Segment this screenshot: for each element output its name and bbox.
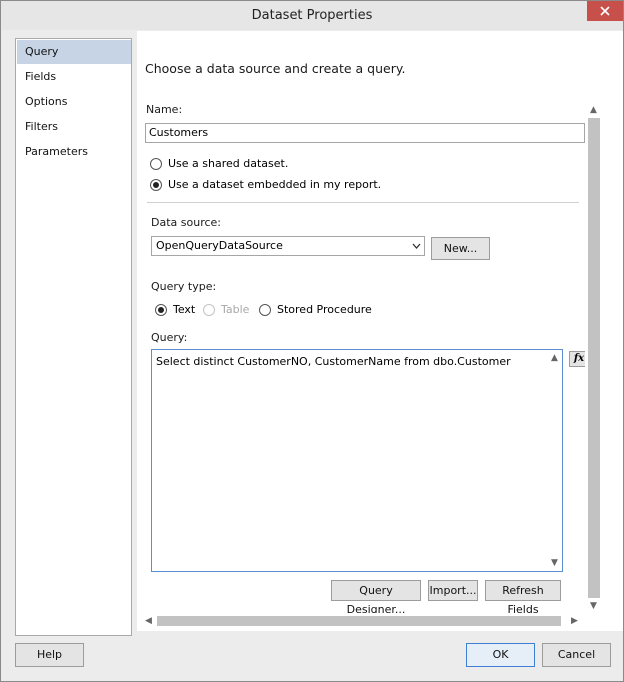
- sidebar-item-options[interactable]: Options: [17, 90, 131, 114]
- sidebar-item-filters[interactable]: Filters: [17, 115, 131, 139]
- dataset-properties-dialog: Dataset Properties Query Fields Options …: [0, 0, 624, 682]
- scroll-up-icon[interactable]: ▲: [590, 105, 597, 115]
- radio-query-type-table: Table: [203, 303, 249, 316]
- cancel-button[interactable]: Cancel: [542, 643, 611, 667]
- scroll-down-icon[interactable]: ▼: [551, 558, 558, 568]
- data-source-dropdown[interactable]: OpenQueryDataSource: [151, 236, 425, 256]
- radio-embedded-dataset[interactable]: Use a dataset embedded in my report.: [150, 178, 381, 191]
- close-icon: [600, 6, 610, 16]
- query-designer-button[interactable]: Query Designer...: [331, 580, 421, 616]
- scroll-thumb[interactable]: [588, 118, 600, 598]
- query-textarea[interactable]: Select distinct CustomerNO, CustomerName…: [151, 349, 563, 572]
- radio-circle[interactable]: [150, 157, 162, 170]
- title-bar[interactable]: Dataset Properties: [1, 1, 623, 30]
- data-source-label: Data source:: [151, 216, 221, 229]
- query-page: Choose a data source and create a query.…: [137, 31, 623, 631]
- query-type-label: Query type:: [151, 280, 217, 293]
- section-divider: [147, 202, 579, 203]
- radio-label: Use a shared dataset.: [168, 157, 289, 170]
- radio-circle[interactable]: [259, 303, 271, 316]
- horizontal-scrollbar[interactable]: ◀ ▶: [143, 613, 585, 629]
- window-title: Dataset Properties: [251, 8, 373, 23]
- sidebar-nav: Query Fields Options Filters Parameters: [15, 38, 132, 636]
- radio-label: Use a dataset embedded in my report.: [168, 178, 382, 191]
- scroll-up-icon[interactable]: ▲: [551, 353, 558, 363]
- sidebar-item-query[interactable]: Query: [17, 40, 131, 64]
- sidebar-item-fields[interactable]: Fields: [17, 65, 131, 89]
- chevron-down-icon: [412, 243, 421, 249]
- radio-query-type-stored-procedure[interactable]: Stored Procedure: [259, 303, 372, 316]
- radio-label: Text: [173, 303, 196, 316]
- query-scrollbar[interactable]: ▲ ▼: [548, 350, 562, 571]
- query-label: Query:: [151, 331, 188, 344]
- help-button[interactable]: Help: [15, 643, 84, 667]
- data-source-value: OpenQueryDataSource: [156, 239, 283, 252]
- radio-query-type-text[interactable]: Text: [155, 303, 195, 316]
- vertical-scrollbar[interactable]: ▲ ▼: [585, 101, 603, 615]
- radio-label: Table: [221, 303, 250, 316]
- import-button[interactable]: Import...: [428, 580, 478, 601]
- close-button[interactable]: [587, 1, 623, 21]
- radio-circle: [203, 303, 215, 316]
- refresh-fields-button[interactable]: Refresh Fields: [485, 580, 561, 616]
- query-text: Select distinct CustomerNO, CustomerName…: [156, 355, 511, 368]
- new-data-source-button[interactable]: New...: [431, 237, 490, 260]
- sidebar-item-parameters[interactable]: Parameters: [17, 140, 131, 164]
- scroll-right-icon[interactable]: ▶: [571, 616, 578, 626]
- ok-button[interactable]: OK: [466, 643, 535, 667]
- scroll-thumb[interactable]: [157, 616, 561, 626]
- page-heading: Choose a data source and create a query.: [145, 61, 406, 76]
- radio-shared-dataset[interactable]: Use a shared dataset.: [150, 157, 288, 170]
- radio-circle[interactable]: [155, 303, 167, 316]
- radio-circle[interactable]: [150, 178, 162, 191]
- radio-label: Stored Procedure: [277, 303, 372, 316]
- scroll-left-icon[interactable]: ◀: [145, 616, 152, 626]
- scroll-down-icon[interactable]: ▼: [590, 601, 597, 611]
- name-label: Name:: [146, 103, 183, 116]
- name-input[interactable]: Customers: [145, 123, 585, 143]
